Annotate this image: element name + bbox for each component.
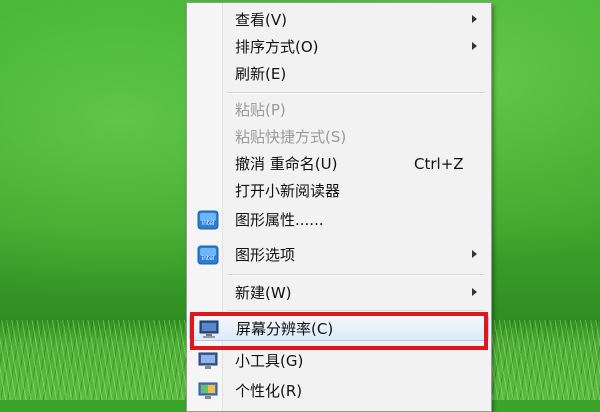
svg-text:intel: intel [201, 255, 215, 262]
menu-item-shortcut: Ctrl+Z [414, 155, 464, 173]
submenu-arrow-icon [472, 288, 477, 296]
personalize-icon [197, 381, 219, 401]
menu-item-undo-rename[interactable]: 撤消 重命名(U) Ctrl+Z [189, 151, 489, 177]
menu-item-label: 粘贴(P) [235, 101, 286, 119]
menu-item-label: 小工具(G) [235, 352, 304, 370]
menu-item-label: 图形属性...... [235, 211, 324, 229]
menu-item-label: 个性化(R) [235, 382, 303, 400]
red-highlight-box [190, 312, 488, 350]
menu-item-label: 粘贴快捷方式(S) [235, 128, 347, 146]
menu-item-label: 新建(W) [235, 284, 292, 302]
menu-item-label: 刷新(E) [235, 65, 287, 83]
menu-item-graphics-properties[interactable]: intel 图形属性...... [189, 207, 489, 233]
desktop-context-menu: 查看(V) 排序方式(O) 刷新(E) 粘贴(P) 粘贴快捷方式(S) 撤消 重… [186, 2, 492, 412]
menu-item-label: 撤消 重命名(U) [235, 155, 338, 173]
menu-item-open-reader[interactable]: 打开小新阅读器 [189, 178, 489, 204]
intel-graphics-icon: intel [197, 245, 219, 265]
submenu-arrow-icon [472, 15, 477, 23]
menu-item-label: 打开小新阅读器 [235, 182, 341, 200]
menu-item-paste-shortcut: 粘贴快捷方式(S) [189, 124, 489, 150]
menu-item-graphics-options[interactable]: intel 图形选项 [189, 242, 489, 268]
menu-item-new[interactable]: 新建(W) [189, 280, 489, 306]
menu-item-refresh[interactable]: 刷新(E) [189, 61, 489, 87]
gadgets-icon [197, 351, 219, 371]
intel-graphics-icon: intel [197, 210, 219, 230]
menu-item-label: 查看(V) [235, 11, 287, 29]
menu-item-gadgets[interactable]: 小工具(G) [189, 348, 489, 374]
menu-separator [227, 274, 485, 276]
menu-item-view[interactable]: 查看(V) [189, 7, 489, 33]
menu-item-personalize[interactable]: 个性化(R) [189, 378, 489, 404]
submenu-arrow-icon [472, 42, 477, 50]
menu-separator [227, 92, 485, 94]
menu-item-sort-by[interactable]: 排序方式(O) [189, 34, 489, 60]
submenu-arrow-icon [472, 250, 477, 258]
menu-item-paste: 粘贴(P) [189, 97, 489, 123]
menu-item-label: 图形选项 [235, 246, 296, 264]
menu-item-label: 排序方式(O) [235, 38, 319, 56]
svg-text:intel: intel [201, 220, 215, 227]
